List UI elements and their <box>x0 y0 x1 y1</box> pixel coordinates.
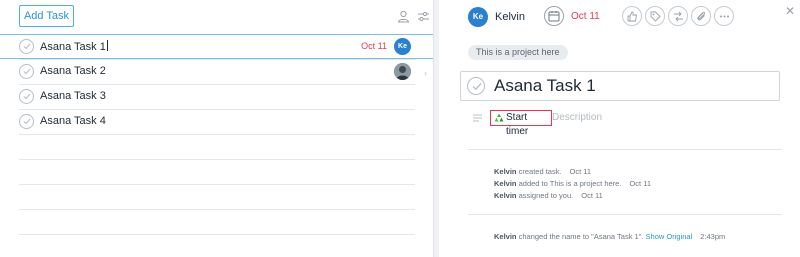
story-text: created task. <box>516 167 562 176</box>
story-text: assigned to you. <box>516 191 574 200</box>
story-item: Kelvin assigned to you. Oct 11 <box>494 191 603 200</box>
empty-row[interactable] <box>19 234 415 257</box>
story-item: Kelvin changed the name to "Asana Task 1… <box>494 232 725 241</box>
task-name-input[interactable]: Asana Task 1 <box>40 40 108 53</box>
filter-icon[interactable] <box>417 10 430 23</box>
story-item: Kelvin added to This is a project here. O… <box>494 179 651 188</box>
task-due-date[interactable]: Oct 11 <box>361 41 387 51</box>
story-text: added to This is a project here. <box>516 179 622 188</box>
description-field[interactable]: Description <box>552 112 602 123</box>
task-list-pane: Add Task Asana Task 1 Oct 11 Ke Asana Ta… <box>0 0 433 257</box>
more-icon <box>720 15 729 18</box>
start-timer-button[interactable]: Start timer <box>490 110 552 137</box>
task-name[interactable]: Asana Task 2 <box>40 65 106 77</box>
task-complete-checkbox[interactable] <box>19 64 34 79</box>
story-actor[interactable]: Kelvin <box>494 167 517 176</box>
empty-row[interactable] <box>19 209 415 234</box>
check-icon <box>23 93 31 100</box>
divider <box>468 214 782 215</box>
story-item: Kelvin created task. Oct 11 <box>494 167 591 176</box>
tag-button[interactable] <box>645 6 665 26</box>
task-detail-pane: Ke Kelvin Oct 11 ✕ This is a project her… <box>439 0 800 257</box>
start-timer-label: Start timer <box>506 112 529 137</box>
story-text: changed the name to "Asana Task 1". <box>516 232 646 241</box>
story-actor[interactable]: Kelvin <box>494 179 517 188</box>
task-complete-checkbox[interactable] <box>19 114 34 129</box>
text-caret <box>106 40 108 51</box>
story-time: Oct 11 <box>569 167 592 176</box>
task-complete-checkbox[interactable] <box>19 89 34 104</box>
more-button[interactable] <box>714 6 734 26</box>
like-icon <box>627 11 638 22</box>
attachment-button[interactable] <box>691 6 711 26</box>
task-list: Asana Task 1 Oct 11 Ke Asana Task 2 › As… <box>0 34 433 257</box>
attachment-icon <box>697 11 706 21</box>
story-time: 2:43pm <box>700 232 726 241</box>
subtask-icon <box>674 11 683 22</box>
check-icon <box>23 43 31 50</box>
task-title-field[interactable]: Asana Task 1 <box>460 71 780 101</box>
assignee-avatar[interactable]: Ke <box>394 38 411 55</box>
empty-row[interactable] <box>19 184 415 209</box>
divider <box>468 149 782 150</box>
close-icon[interactable]: ✕ <box>785 4 795 18</box>
story-time: Oct 11 <box>629 179 651 188</box>
description-icon <box>473 114 482 122</box>
story-actor[interactable]: Kelvin <box>494 191 517 200</box>
show-original-link[interactable]: Show Original <box>646 232 693 241</box>
task-complete-checkbox[interactable] <box>19 39 34 54</box>
empty-row[interactable] <box>19 134 415 159</box>
check-icon <box>23 68 31 75</box>
task-row[interactable]: Asana Task 2 › <box>19 59 427 84</box>
task-row[interactable]: Asana Task 1 Oct 11 Ke <box>0 34 433 59</box>
chevron-right-icon: › <box>424 68 427 78</box>
empty-row[interactable] <box>19 159 415 184</box>
task-name: Asana Task 1 <box>40 41 106 53</box>
subtask-button[interactable] <box>668 6 688 26</box>
task-name[interactable]: Asana Task 3 <box>40 90 106 102</box>
task-title[interactable]: Asana Task 1 <box>494 76 596 96</box>
due-date[interactable]: Oct 11 <box>571 11 600 22</box>
task-row[interactable]: Asana Task 4 <box>19 109 415 134</box>
due-date-button[interactable] <box>544 6 564 26</box>
check-icon <box>23 118 31 125</box>
assignee-avatar[interactable]: Ke <box>468 7 488 27</box>
like-button[interactable] <box>622 6 642 26</box>
check-icon <box>472 83 482 91</box>
add-task-button[interactable]: Add Task <box>19 5 74 27</box>
person-icon[interactable] <box>397 10 410 23</box>
story-actor[interactable]: Kelvin <box>494 232 517 241</box>
story-time: Oct 11 <box>581 191 603 200</box>
tag-icon <box>650 11 661 22</box>
harvest-logo-icon <box>494 113 504 122</box>
assignee-avatar-photo[interactable] <box>394 63 411 80</box>
task-complete-checkbox[interactable] <box>467 77 485 95</box>
calendar-icon <box>548 11 560 22</box>
assignee-name[interactable]: Kelvin <box>495 11 525 23</box>
task-row[interactable]: Asana Task 3 <box>19 84 415 109</box>
project-tag[interactable]: This is a project here <box>468 45 568 60</box>
task-name[interactable]: Asana Task 4 <box>40 115 106 127</box>
